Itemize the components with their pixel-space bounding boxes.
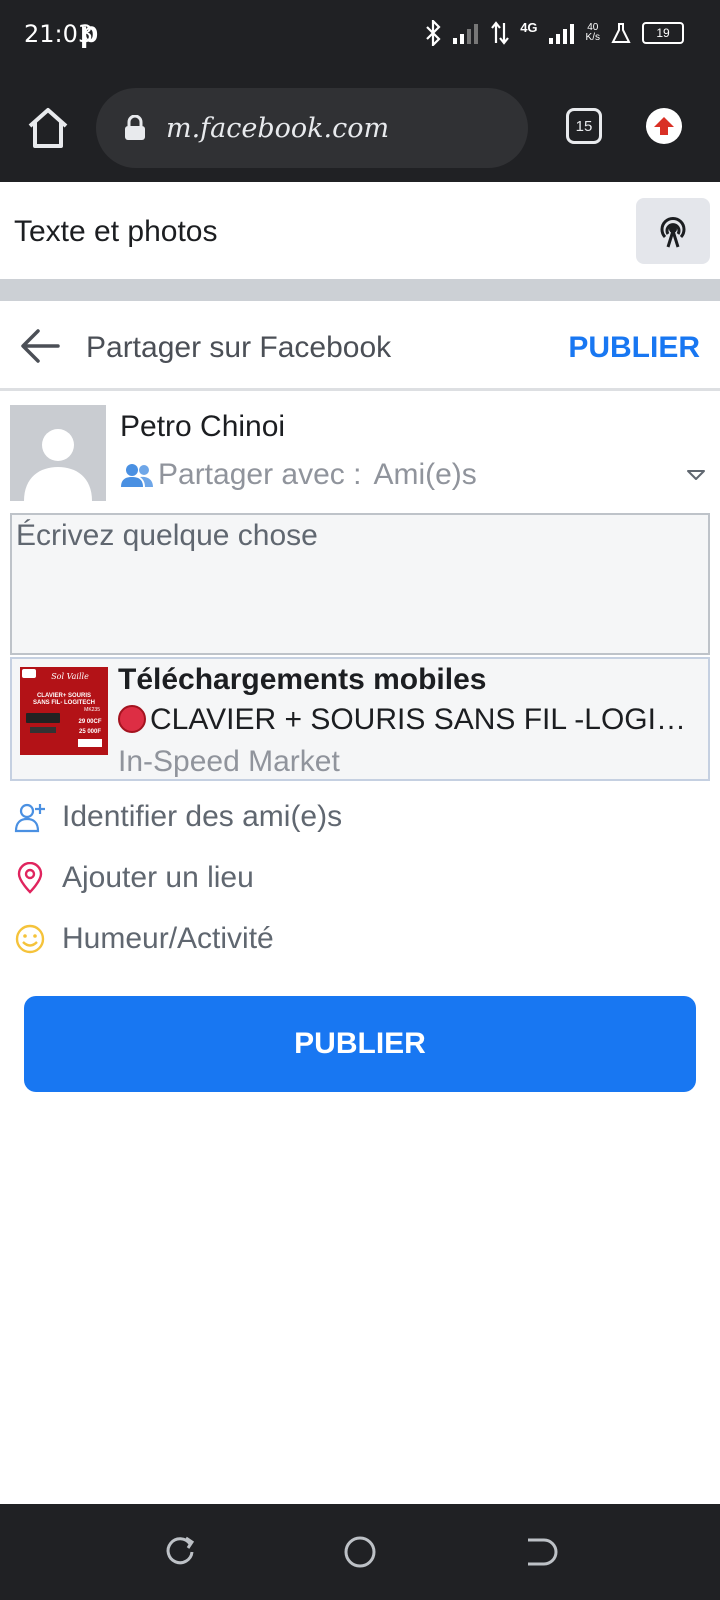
feeling-activity-option[interactable]: Humeur/Activité bbox=[14, 914, 704, 964]
tag-friends-option[interactable]: Identifier des ami(e)s bbox=[14, 792, 704, 842]
status-icons: 4G 40 K/s 19 bbox=[424, 20, 684, 46]
data-transfer-icon bbox=[491, 21, 510, 45]
thumb-price-new: 25 000F bbox=[79, 729, 101, 735]
bluetooth-icon bbox=[426, 20, 441, 46]
update-button[interactable] bbox=[646, 108, 682, 144]
network-speed: 40 K/s bbox=[586, 23, 600, 43]
add-friend-icon bbox=[14, 803, 45, 833]
system-nav-bar bbox=[0, 1504, 720, 1600]
signal-strength-icon-2 bbox=[548, 24, 574, 44]
link-title: Téléchargements mobiles bbox=[118, 663, 487, 696]
publish-button[interactable]: PUBLIER bbox=[24, 996, 696, 1092]
share-header: Partager sur Facebook PUBLIER bbox=[0, 301, 720, 391]
lock-icon bbox=[125, 115, 145, 140]
signal-strength-icon bbox=[453, 24, 479, 44]
audience-value: Ami(e)s bbox=[373, 458, 477, 491]
thumb-model: MK235 bbox=[84, 707, 100, 713]
back-nav-icon[interactable] bbox=[522, 1534, 558, 1570]
thumb-brand: Sol Vaille bbox=[51, 672, 89, 681]
flask-icon bbox=[611, 23, 631, 43]
default-avatar-icon bbox=[24, 429, 92, 501]
link-source: In-Speed Market bbox=[118, 745, 340, 778]
product-image: Sol Vaille CLAVIER+ SOURIS SANS FIL- LOG… bbox=[20, 667, 108, 755]
add-location-option[interactable]: Ajouter un lieu bbox=[14, 853, 704, 903]
link-thumbnail: Sol Vaille CLAVIER+ SOURIS SANS FIL- LOG… bbox=[20, 667, 108, 755]
red-circle-icon bbox=[118, 705, 146, 733]
battery-level: 19 bbox=[656, 26, 670, 40]
back-arrow-icon[interactable] bbox=[20, 328, 60, 364]
location-pin-icon bbox=[17, 862, 43, 894]
audience-selector[interactable]: Partager avec : Ami(e)s bbox=[120, 458, 477, 492]
user-name: Petro Chinoi bbox=[120, 410, 286, 443]
link-description-row: CLAVIER + SOURIS SANS FIL -LOGITECH MK23… bbox=[118, 703, 698, 737]
text-photos-title: Texte et photos bbox=[14, 215, 218, 248]
chevron-down-icon[interactable] bbox=[686, 468, 706, 482]
thumb-line2: SANS FIL- LOGITECH bbox=[33, 700, 95, 706]
broadcast-button[interactable] bbox=[636, 198, 710, 264]
text-photos-bar: Texte et photos bbox=[0, 185, 720, 277]
add-location-label: Ajouter un lieu bbox=[62, 861, 254, 894]
network-type: 4G bbox=[520, 20, 538, 35]
url-text: m.facebook.com bbox=[166, 112, 390, 144]
avatar bbox=[10, 405, 106, 501]
smiley-icon bbox=[15, 924, 45, 954]
publish-header-button[interactable]: PUBLIER bbox=[568, 331, 700, 365]
feeling-activity-label: Humeur/Activité bbox=[62, 922, 274, 955]
tag-friends-label: Identifier des ami(e)s bbox=[62, 800, 343, 833]
post-text-field[interactable]: Écrivez quelque chose bbox=[10, 513, 710, 655]
friends-icon bbox=[121, 464, 153, 487]
share-title: Partager sur Facebook bbox=[86, 331, 392, 364]
browser-toolbar: m.facebook.com 15 bbox=[0, 70, 720, 182]
arrow-up-icon bbox=[654, 117, 674, 135]
home-icon[interactable] bbox=[24, 104, 72, 152]
recent-apps-icon[interactable] bbox=[162, 1534, 198, 1570]
network-speed-unit: K/s bbox=[585, 32, 600, 43]
notification-app-icon: p bbox=[80, 16, 99, 49]
tab-switcher-button[interactable]: 15 bbox=[566, 108, 602, 144]
section-divider bbox=[0, 279, 720, 301]
audience-label: Partager avec : bbox=[158, 458, 362, 491]
battery-icon: 19 bbox=[642, 22, 684, 44]
broadcast-icon bbox=[660, 217, 686, 248]
thumb-line1: CLAVIER+ SOURIS bbox=[37, 693, 91, 699]
post-text-placeholder: Écrivez quelque chose bbox=[16, 519, 318, 552]
thumb-price-old: 29 00CF bbox=[78, 719, 101, 725]
status-bar: 21:03 p 4G 40 K/s 19 bbox=[0, 0, 720, 70]
link-description: CLAVIER + SOURIS SANS FIL -LOGITECH MK23… bbox=[150, 703, 698, 736]
tab-count: 15 bbox=[575, 117, 593, 135]
address-bar[interactable]: m.facebook.com bbox=[96, 88, 528, 168]
home-nav-icon[interactable] bbox=[342, 1534, 378, 1570]
shared-link-card[interactable]: Sol Vaille CLAVIER+ SOURIS SANS FIL- LOG… bbox=[10, 657, 710, 781]
